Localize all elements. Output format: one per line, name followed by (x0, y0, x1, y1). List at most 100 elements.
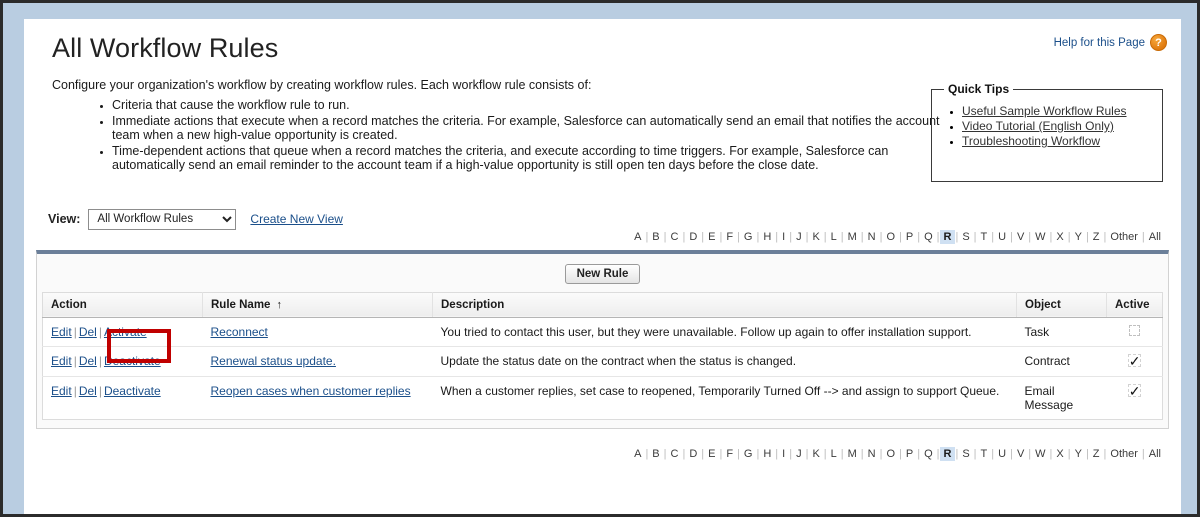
list-item[interactable]: Video Tutorial (English Only) (962, 119, 1154, 134)
alpha-filter-m[interactable]: M (844, 447, 861, 461)
action-link-del[interactable]: Del (79, 384, 97, 398)
alpha-filter-p[interactable]: P (902, 447, 917, 461)
cell-rule-name: Reopen cases when customer replies (203, 376, 433, 419)
new-rule-button[interactable]: New Rule (564, 263, 641, 284)
alpha-filter-h[interactable]: H (759, 447, 775, 461)
action-link-del[interactable]: Del (79, 354, 97, 368)
alpha-filter-d[interactable]: D (685, 447, 701, 461)
cell-object: Contract (1016, 346, 1107, 377)
table-header: Action Rule Name ↑ Description Object Act… (42, 292, 1163, 318)
cell-description: When a customer replies, set case to reo… (440, 383, 1000, 398)
alpha-filter-y[interactable]: Y (1071, 230, 1086, 244)
alpha-filter-o[interactable]: O (882, 447, 899, 461)
alpha-filter-o[interactable]: O (882, 230, 899, 244)
alpha-filter-v[interactable]: V (1013, 230, 1028, 244)
alpha-filter-t[interactable]: T (977, 230, 992, 244)
cell-active (1106, 317, 1163, 347)
alpha-filter-a[interactable]: A (630, 447, 645, 461)
list-item: Immediate actions that execute when a re… (112, 114, 947, 143)
alpha-filter-q[interactable]: Q (920, 230, 937, 244)
alpha-filter-a[interactable]: A (630, 230, 645, 244)
alpha-filter-g[interactable]: G (740, 447, 757, 461)
alpha-filter-y[interactable]: Y (1071, 447, 1086, 461)
action-separator: | (73, 353, 77, 368)
rule-name-link[interactable]: Reopen cases when customer replies (211, 384, 411, 398)
alpha-filter-all[interactable]: All (1145, 230, 1165, 244)
alpha-filter-f[interactable]: F (722, 447, 737, 461)
cell-rule-name: Renewal status update. (202, 346, 433, 377)
quick-tip-link-useful-sample[interactable]: Useful Sample Workflow Rules (962, 104, 1127, 118)
action-link-deactivate[interactable]: Deactivate (104, 354, 161, 368)
alpha-filter-i[interactable]: I (778, 230, 789, 244)
alpha-filter-r[interactable]: R (939, 229, 956, 244)
alpha-filter-l[interactable]: L (827, 230, 841, 244)
alpha-filter-p[interactable]: P (902, 230, 917, 244)
view-select[interactable]: All Workflow Rules (88, 208, 237, 230)
alpha-filter-f[interactable]: F (722, 230, 737, 244)
view-bar: View: All Workflow Rules Create New View (48, 208, 1181, 230)
column-header-description[interactable]: Description (432, 292, 1017, 318)
alpha-filter-r[interactable]: R (939, 446, 956, 461)
alpha-filter-c[interactable]: C (667, 230, 683, 244)
alpha-filter-other[interactable]: Other (1106, 447, 1142, 461)
rule-name-link[interactable]: Reconnect (211, 325, 268, 339)
alpha-filter-u[interactable]: U (994, 230, 1010, 244)
alpha-filter-z[interactable]: Z (1089, 447, 1104, 461)
action-link-edit[interactable]: Edit (51, 354, 72, 368)
alpha-filter-k[interactable]: K (808, 447, 823, 461)
alpha-filter-d[interactable]: D (685, 230, 701, 244)
action-link-edit[interactable]: Edit (51, 325, 72, 339)
quick-tip-link-troubleshooting[interactable]: Troubleshooting Workflow (962, 134, 1100, 148)
alpha-filter-other[interactable]: Other (1106, 230, 1142, 244)
alpha-filter-w[interactable]: W (1031, 447, 1049, 461)
column-header-action[interactable]: Action (42, 292, 203, 318)
alpha-filter-s[interactable]: S (958, 230, 973, 244)
alpha-filter-b[interactable]: B (648, 447, 663, 461)
column-header-active[interactable]: Active (1106, 292, 1163, 318)
cell-action: Edit | Del | Deactivate (43, 376, 203, 419)
alpha-filter-x[interactable]: X (1052, 447, 1067, 461)
alpha-filter-g[interactable]: G (740, 230, 757, 244)
alpha-filter-i[interactable]: I (778, 447, 789, 461)
alpha-filter-v[interactable]: V (1013, 447, 1028, 461)
alpha-filter-l[interactable]: L (827, 447, 841, 461)
quick-tip-link-video-tutorial[interactable]: Video Tutorial (English Only) (962, 119, 1114, 133)
alpha-filter-h[interactable]: H (759, 230, 775, 244)
alpha-filter-e[interactable]: E (704, 447, 719, 461)
alpha-filter-n[interactable]: N (864, 230, 880, 244)
cell-rule-name: Reconnect (202, 317, 433, 347)
alpha-filter-all[interactable]: All (1145, 447, 1165, 461)
list-item[interactable]: Useful Sample Workflow Rules (962, 104, 1154, 119)
alpha-filter-z[interactable]: Z (1089, 230, 1104, 244)
intro-bullet-list: Criteria that cause the workflow rule to… (42, 98, 947, 173)
view-label: View: (48, 212, 81, 226)
alpha-filter-q[interactable]: Q (920, 447, 937, 461)
alpha-filter-j[interactable]: J (792, 447, 806, 461)
alpha-filter-w[interactable]: W (1031, 230, 1049, 244)
create-new-view-link[interactable]: Create New View (250, 212, 342, 226)
question-mark-icon[interactable]: ? (1150, 34, 1167, 51)
alpha-filter-n[interactable]: N (864, 447, 880, 461)
page-title: All Workflow Rules (52, 33, 279, 63)
alpha-filter-x[interactable]: X (1052, 230, 1067, 244)
help-for-this-page-link[interactable]: Help for this Page (1054, 37, 1145, 49)
alpha-filter-u[interactable]: U (994, 447, 1010, 461)
action-link-activate[interactable]: Activate (104, 325, 147, 339)
alpha-filter-t[interactable]: T (977, 447, 992, 461)
action-link-deactivate[interactable]: Deactivate (104, 384, 161, 398)
alpha-filter-e[interactable]: E (704, 230, 719, 244)
alpha-filter-c[interactable]: C (667, 447, 683, 461)
rule-name-link[interactable]: Renewal status update. (211, 354, 336, 368)
column-header-object[interactable]: Object (1016, 292, 1107, 318)
alpha-filter-m[interactable]: M (844, 230, 861, 244)
action-link-edit[interactable]: Edit (51, 384, 72, 398)
column-header-rule-name[interactable]: Rule Name ↑ (202, 292, 433, 318)
alpha-filter-k[interactable]: K (808, 230, 823, 244)
alpha-filter-s[interactable]: S (958, 447, 973, 461)
action-link-del[interactable]: Del (79, 325, 97, 339)
sort-ascending-icon: ↑ (276, 298, 282, 311)
alpha-filter-b[interactable]: B (648, 230, 663, 244)
help-for-this-page[interactable]: Help for this Page ? (1054, 34, 1167, 51)
alpha-filter-j[interactable]: J (792, 230, 806, 244)
list-item[interactable]: Troubleshooting Workflow (962, 134, 1154, 149)
